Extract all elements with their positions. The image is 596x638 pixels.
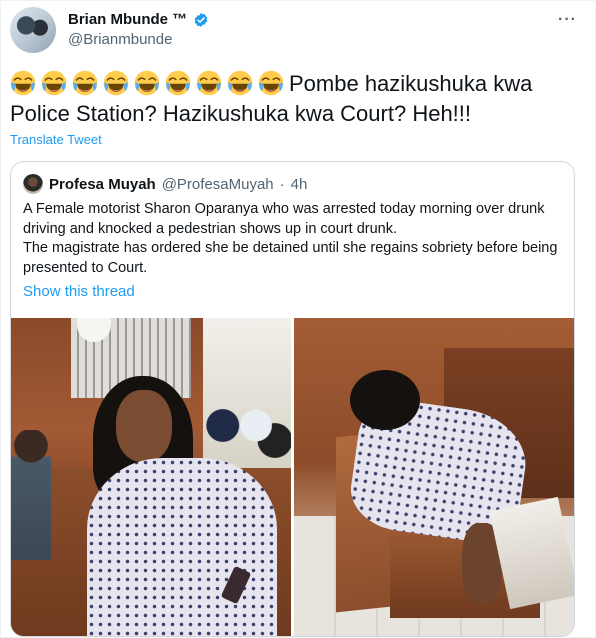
- face-with-tears-of-joy-icon: [134, 70, 160, 96]
- quote-header: Profesa Muyah @ProfesaMuyah · 4h: [23, 174, 307, 194]
- face-with-tears-of-joy-icon: [196, 70, 222, 96]
- tweet-card: Brian Mbunde ™ @Brianmbunde ··· Pombe ha…: [0, 0, 596, 638]
- quote-author-name: Profesa Muyah: [49, 175, 156, 193]
- woman-hair: [350, 370, 420, 430]
- verified-badge-icon: [194, 12, 208, 27]
- quote-separator: ·: [279, 175, 285, 193]
- author-avatar[interactable]: [10, 7, 56, 53]
- woman-dress: [87, 458, 277, 636]
- courtroom-photo-right[interactable]: [294, 318, 574, 636]
- more-options-icon[interactable]: ···: [558, 11, 577, 29]
- face-with-tears-of-joy-icon: [258, 70, 284, 96]
- quote-author-avatar: [23, 174, 43, 194]
- translate-tweet-link[interactable]: Translate Tweet: [10, 132, 102, 147]
- face-with-tears-of-joy-icon: [227, 70, 253, 96]
- quote-body: A Female motorist Sharon Oparanya who wa…: [23, 200, 568, 278]
- quoted-tweet[interactable]: Profesa Muyah @ProfesaMuyah · 4h A Femal…: [10, 161, 575, 637]
- quote-paragraph-2: The magistrate has ordered she be detain…: [23, 240, 558, 276]
- face-with-tears-of-joy-icon: [41, 70, 67, 96]
- quote-timestamp: 4h: [290, 175, 308, 193]
- author-block: Brian Mbunde ™ @Brianmbunde: [68, 11, 209, 48]
- quote-author-handle: @ProfesaMuyah: [161, 175, 274, 193]
- photo-grid: [11, 318, 574, 636]
- face-with-tears-of-joy-icon: [165, 70, 191, 96]
- face-with-tears-of-joy-icon: [72, 70, 98, 96]
- emoji-row: [10, 70, 289, 96]
- seated-man: [11, 430, 51, 560]
- author-name[interactable]: Brian Mbunde ™: [68, 11, 187, 28]
- quote-paragraph-1: A Female motorist Sharon Oparanya who wa…: [23, 201, 545, 237]
- tweet-text: Pombe hazikushuka kwa Police Station? Ha…: [10, 69, 585, 129]
- face-with-tears-of-joy-icon: [103, 70, 129, 96]
- courtroom-photo-left[interactable]: [11, 318, 291, 636]
- author-handle[interactable]: @Brianmbunde: [68, 31, 209, 48]
- author-name-row: Brian Mbunde ™: [68, 11, 209, 28]
- show-thread-link[interactable]: Show this thread: [23, 283, 135, 300]
- woman-face: [116, 390, 172, 462]
- face-with-tears-of-joy-icon: [10, 70, 36, 96]
